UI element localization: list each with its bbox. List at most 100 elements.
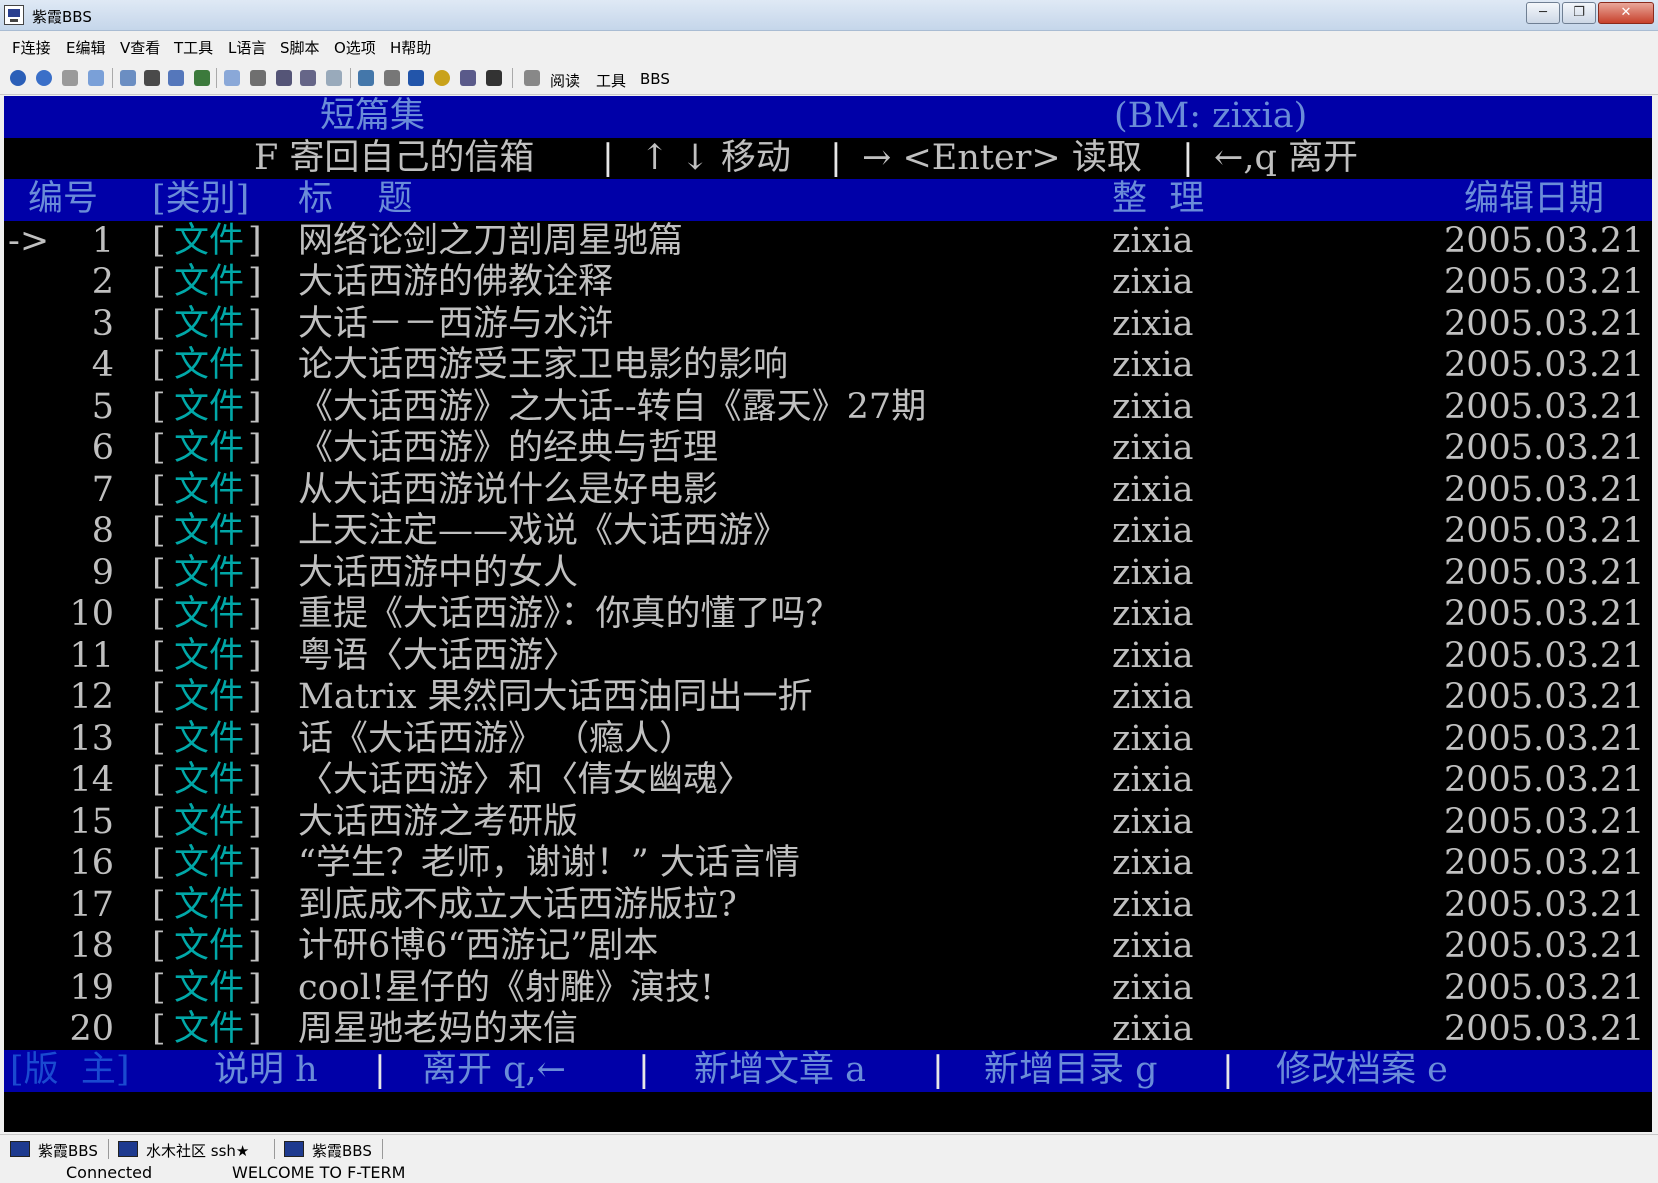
- footer-add-dir[interactable]: 新增目录 g: [984, 1050, 1158, 1092]
- footer-leave[interactable]: 离开 q,←: [422, 1050, 566, 1092]
- article-title: 大话西游的佛教诠释: [298, 262, 614, 302]
- article-editor: zixia: [1112, 884, 1194, 925]
- app-icon[interactable]: [4, 5, 24, 25]
- quick-connect-icon[interactable]: [36, 70, 52, 86]
- category-bracket: ]: [248, 552, 262, 593]
- link-icon[interactable]: [460, 70, 476, 86]
- article-number: 11: [69, 635, 114, 676]
- article-title: 计研6博6“西游记”剧本: [298, 926, 659, 966]
- connect-icon[interactable]: [10, 70, 26, 86]
- category-bracket: ]: [248, 843, 262, 883]
- article-title: 从大话西游说什么是好电影: [298, 469, 719, 510]
- article-row[interactable]: 13 [文件] 话《大话西游》 （瘾人） zixia 2005.03.21: [4, 719, 1652, 761]
- maximize-button[interactable]: ❐: [1562, 2, 1596, 24]
- article-row[interactable]: 14 [文件] 〈大话西游〉和〈倩女幽魂〉 zixia 2005.03.21: [4, 760, 1652, 802]
- read-icon[interactable]: [524, 70, 540, 86]
- article-title: 〈大话西游〉和〈倩女幽魂〉: [298, 760, 754, 800]
- article-editor: zixia: [1112, 594, 1194, 634]
- article-category: 文件: [174, 220, 245, 261]
- category-bracket: [: [152, 511, 166, 551]
- category-bracket: [: [152, 718, 166, 759]
- minimize-button[interactable]: ─: [1526, 2, 1560, 24]
- article-row[interactable]: 10 [文件] 重提《大话西游》：你真的懂了吗？ zixia 2005.03.21: [4, 594, 1652, 636]
- settings-icon[interactable]: [408, 70, 424, 86]
- article-row[interactable]: 19 [文件] cool!星仔的《射雕》演技! zixia 2005.03.21: [4, 968, 1652, 1010]
- terminal-screen[interactable]: 短篇集 (BM: zixia) F 寄回自己的信箱 | ↑ ↓ 移动 | → <…: [4, 96, 1652, 1132]
- session-tab[interactable]: 水木社区 ssh★: [146, 1140, 249, 1161]
- article-row[interactable]: -> 1 [文件] 网络论剑之刀剖周星驰篇 zixia 2005.03.21: [4, 221, 1652, 263]
- toolbar-bbs[interactable]: BBS: [640, 70, 670, 88]
- article-title: 到底成不成立大话西游版拉?: [298, 884, 737, 925]
- article-row[interactable]: 16 [文件] “学生？老师，谢谢！” 大话言情 zixia 2005.03.21: [4, 843, 1652, 885]
- copy-article-icon[interactable]: [276, 70, 292, 86]
- article-row[interactable]: 5 [文件] 《大话西游》之大话--转自《露天》27期 zixia 2005.03.21: [4, 387, 1652, 429]
- article-editor: zixia: [1112, 220, 1194, 261]
- close-button[interactable]: ✕: [1598, 2, 1654, 24]
- article-row[interactable]: 17 [文件] 到底成不成立大话西游版拉? zixia 2005.03.21: [4, 885, 1652, 927]
- message-icon[interactable]: [486, 70, 502, 86]
- select-all-icon[interactable]: [326, 70, 342, 86]
- footer-add-article[interactable]: 新增文章 a: [694, 1050, 866, 1092]
- article-number: 20: [69, 1009, 114, 1049]
- article-row[interactable]: 4 [文件] 论大话西游受王家卫电影的影响 zixia 2005.03.21: [4, 345, 1652, 387]
- article-number: 6: [91, 428, 114, 468]
- menu-options[interactable]: O选项: [334, 37, 376, 58]
- menu-view[interactable]: V查看: [120, 37, 160, 58]
- article-row[interactable]: 9 [文件] 大话西游中的女人 zixia 2005.03.21: [4, 553, 1652, 595]
- terminal-icon: [10, 1141, 30, 1157]
- menu-tools[interactable]: T工具: [174, 37, 213, 58]
- edit-icon[interactable]: [168, 70, 184, 86]
- article-number: 19: [69, 967, 114, 1008]
- article-editor: zixia: [1112, 303, 1194, 344]
- category-bracket: ]: [248, 303, 262, 344]
- toolbar-tools[interactable]: 工具: [596, 70, 626, 91]
- mouse-icon[interactable]: [384, 70, 400, 86]
- article-editor: zixia: [1112, 345, 1194, 385]
- article-row[interactable]: 3 [文件] 大话－－西游与水浒 zixia 2005.03.21: [4, 304, 1652, 346]
- address-book-icon[interactable]: [144, 70, 160, 86]
- article-row[interactable]: 6 [文件] 《大话西游》的经典与哲理 zixia 2005.03.21: [4, 428, 1652, 470]
- article-category: 文件: [174, 469, 245, 510]
- footer-edit-file[interactable]: 修改档案 e: [1276, 1050, 1448, 1092]
- article-row[interactable]: 15 [文件] 大话西游之考研版 zixia 2005.03.21: [4, 802, 1652, 844]
- footer-help[interactable]: 说明 h: [214, 1050, 318, 1092]
- menu-edit[interactable]: E编辑: [66, 37, 105, 58]
- article-title: “学生？老师，谢谢！” 大话言情: [298, 843, 800, 883]
- forward-icon[interactable]: [62, 70, 78, 86]
- paste-article-icon[interactable]: [300, 70, 316, 86]
- paste-icon[interactable]: [250, 70, 266, 86]
- article-category: 文件: [174, 760, 245, 800]
- article-number: 4: [91, 345, 114, 385]
- anti-idle-icon[interactable]: [358, 70, 374, 86]
- help-move: ↑ ↓ 移动: [640, 137, 791, 178]
- menu-language[interactable]: L语言: [228, 37, 266, 58]
- article-number: 15: [69, 801, 114, 842]
- toolbar-read[interactable]: 阅读: [550, 70, 580, 91]
- article-date: 2005.03.21: [1444, 967, 1645, 1008]
- session-tab[interactable]: 紫霞BBS: [38, 1140, 98, 1161]
- article-number: 12: [69, 677, 114, 717]
- article-category: 文件: [174, 1009, 245, 1049]
- category-bracket: ]: [248, 967, 262, 1008]
- article-row[interactable]: 18 [文件] 计研6博6“西游记”剧本 zixia 2005.03.21: [4, 926, 1652, 968]
- article-row[interactable]: 20 [文件] 周星驰老妈的来信 zixia 2005.03.21: [4, 1009, 1652, 1051]
- emoticon-icon[interactable]: [434, 70, 450, 86]
- article-row[interactable]: 12 [文件] Matrix 果然同大话西油同出一折 zixia 2005.03.21: [4, 677, 1652, 719]
- article-row[interactable]: 11 [文件] 粤语〈大话西游〉 zixia 2005.03.21: [4, 636, 1652, 678]
- article-row[interactable]: 2 [文件] 大话西游的佛教诠释 zixia 2005.03.21: [4, 262, 1652, 304]
- reconnect-icon[interactable]: [120, 70, 136, 86]
- category-bracket: [: [152, 843, 166, 883]
- category-bracket: [: [152, 386, 166, 427]
- disconnect-icon[interactable]: [88, 70, 104, 86]
- category-bracket: [: [152, 1009, 166, 1049]
- menu-help[interactable]: H帮助: [390, 37, 431, 58]
- menu-script[interactable]: S脚本: [280, 37, 320, 58]
- article-row[interactable]: 7 [文件] 从大话西游说什么是好电影 zixia 2005.03.21: [4, 470, 1652, 512]
- menu-connect[interactable]: F连接: [12, 37, 51, 58]
- copy-icon[interactable]: [224, 70, 240, 86]
- session-tab[interactable]: 紫霞BBS: [312, 1140, 372, 1161]
- article-title: Matrix 果然同大话西油同出一折: [298, 677, 813, 717]
- category-bracket: [: [152, 552, 166, 593]
- font-icon[interactable]: [194, 70, 210, 86]
- article-row[interactable]: 8 [文件] 上天注定——戏说《大话西游》 zixia 2005.03.21: [4, 511, 1652, 553]
